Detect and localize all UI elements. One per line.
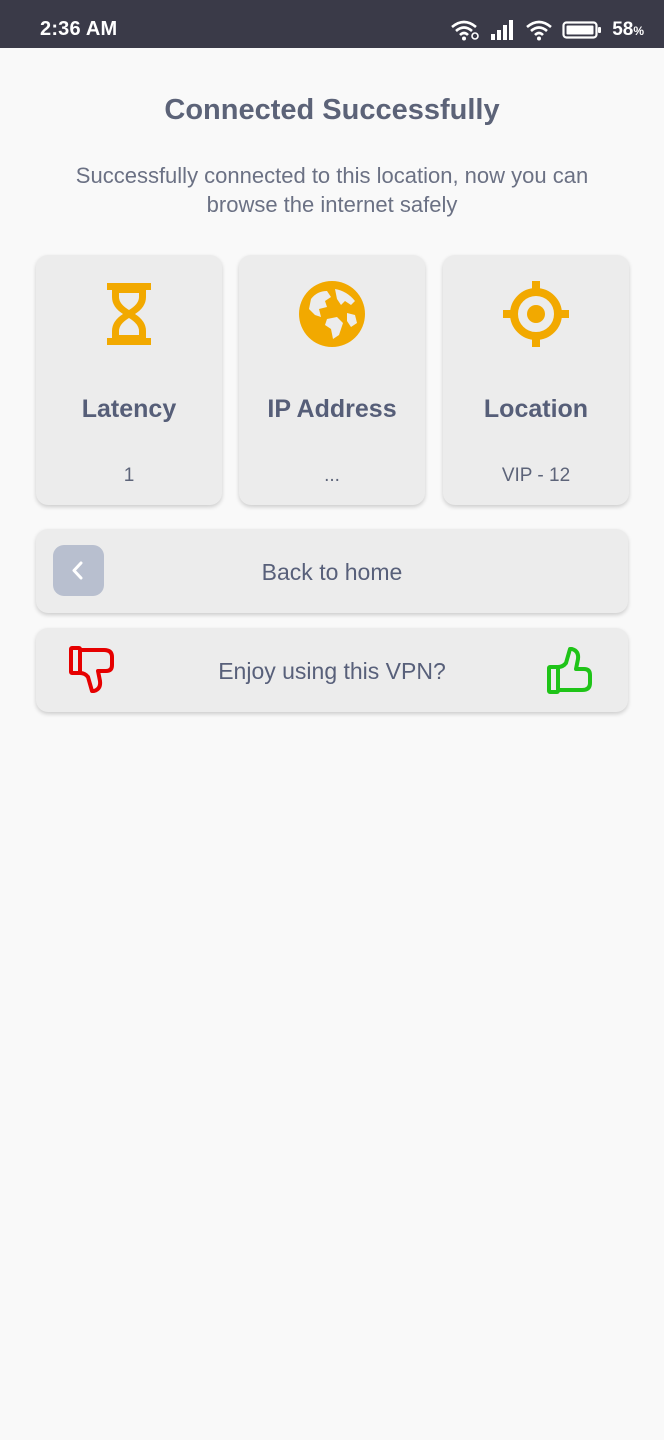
rating-row: Enjoy using this VPN? bbox=[36, 628, 628, 712]
location-card: Location VIP - 12 bbox=[443, 255, 629, 505]
hotspot-wifi-icon bbox=[451, 20, 479, 41]
ip-address-card: IP Address ... bbox=[239, 255, 425, 505]
latency-card: Latency 1 bbox=[36, 255, 222, 505]
battery-percent: 58% bbox=[612, 19, 644, 40]
cell-signal-icon bbox=[491, 20, 514, 40]
page-subtitle: Successfully connected to this location,… bbox=[75, 163, 589, 217]
status-time: 2:36 AM bbox=[40, 18, 118, 40]
back-to-home-button[interactable]: Back to home bbox=[36, 529, 628, 613]
rating-prompt: Enjoy using this VPN? bbox=[218, 658, 446, 684]
globe-icon bbox=[299, 281, 365, 347]
hourglass-icon bbox=[107, 283, 151, 345]
wifi-icon bbox=[526, 20, 553, 41]
back-to-home-label: Back to home bbox=[261, 559, 403, 585]
location-label: Location bbox=[483, 395, 589, 423]
location-value: VIP - 12 bbox=[501, 465, 571, 486]
ip-address-label: IP Address bbox=[267, 395, 397, 423]
page-title: Connected Successfully bbox=[164, 94, 500, 126]
battery-icon bbox=[562, 21, 602, 39]
latency-value: 1 bbox=[123, 465, 135, 486]
ip-address-value: ... bbox=[324, 465, 340, 486]
latency-label: Latency bbox=[81, 395, 177, 423]
status-icons: 58% bbox=[450, 17, 644, 43]
target-icon bbox=[503, 281, 569, 347]
status-bar: 2:36 AM 58% bbox=[0, 0, 664, 48]
thumbs-up-icon[interactable] bbox=[546, 645, 596, 695]
